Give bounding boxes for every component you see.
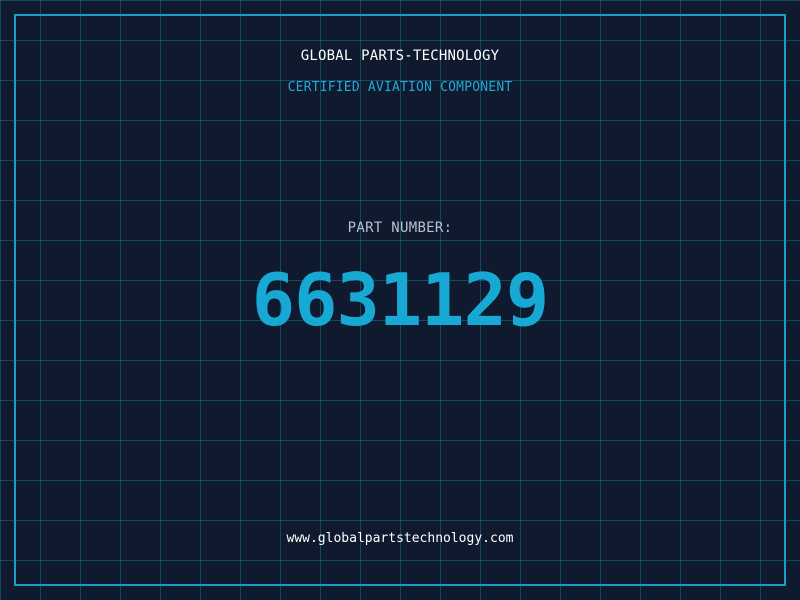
- part-number-label: PART NUMBER:: [347, 220, 453, 236]
- certification-subtitle: CERTIFIED AVIATION COMPONENT: [287, 80, 513, 95]
- part-number-value: 6631129: [251, 258, 549, 342]
- website-url: www.globalpartstechnology.com: [286, 531, 514, 546]
- company-name: GLOBAL PARTS-TECHNOLOGY: [300, 48, 500, 64]
